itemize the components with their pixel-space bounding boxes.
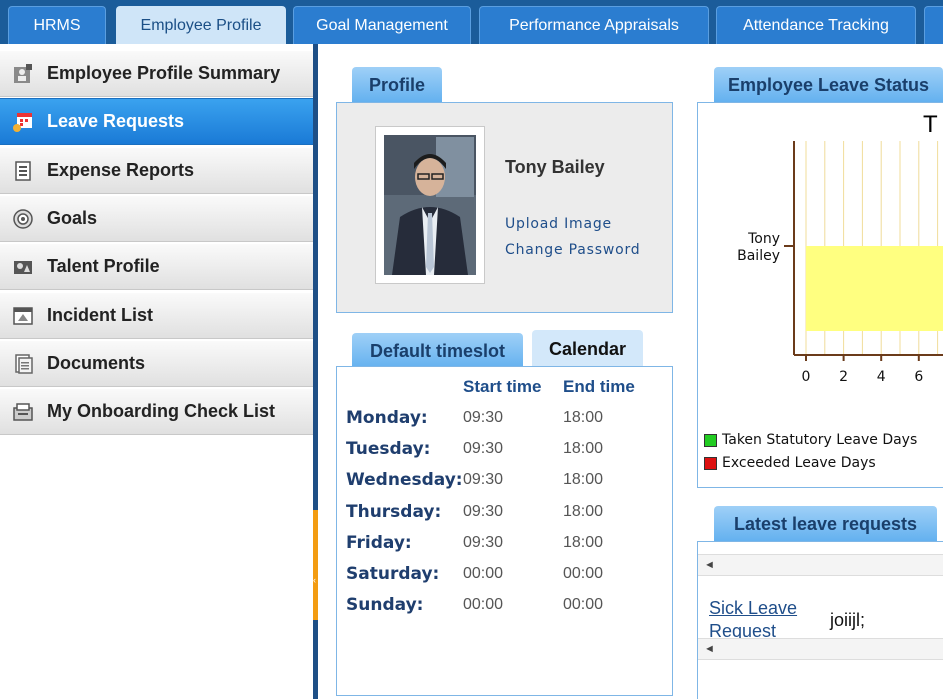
horizontal-scrollbar-top[interactable]: ◄ bbox=[698, 554, 943, 576]
sidebar-item-label: Employee Profile Summary bbox=[47, 63, 281, 83]
documents-icon bbox=[12, 353, 34, 375]
sidebar-item-label: Incident List bbox=[47, 305, 154, 325]
sidebar-item-label: Expense Reports bbox=[47, 160, 195, 180]
top-tab-bar: HRMS Employee Profile Goal Management Pe… bbox=[0, 0, 943, 44]
tab-overflow[interactable] bbox=[924, 6, 943, 44]
scroll-left-arrow-icon[interactable]: ◄ bbox=[704, 643, 715, 655]
timeslot-end: 18:00 bbox=[563, 503, 604, 520]
onboarding-checklist-icon bbox=[12, 401, 34, 423]
goals-icon bbox=[12, 208, 34, 230]
timeslot-start: 09:30 bbox=[463, 440, 504, 457]
timeslot-start: 00:00 bbox=[463, 565, 504, 582]
sidebar-item-leave-requests[interactable]: Leave Requests bbox=[0, 98, 313, 145]
chart-x-tick-label: 4 bbox=[877, 369, 886, 385]
chart-category-label: Tony bbox=[747, 231, 780, 247]
chart-title-fragment: T bbox=[923, 111, 938, 138]
talent-profile-icon bbox=[12, 256, 34, 278]
sidebar-item-documents[interactable]: Documents bbox=[0, 340, 313, 387]
sidebar-item-employee-profile-summary[interactable]: Employee Profile Summary bbox=[0, 50, 313, 97]
timeslot-end: 18:00 bbox=[563, 471, 604, 488]
timeslot-start: 00:00 bbox=[463, 596, 504, 613]
timeslot-day: Monday: bbox=[346, 408, 428, 428]
hrms-app: HRMS Employee Profile Goal Management Pe… bbox=[0, 0, 943, 699]
start-time-header: Start time bbox=[463, 377, 542, 396]
sidebar-splitter-handle[interactable] bbox=[313, 510, 318, 620]
leave-status-panel: T Tony Bailey 0 2 4 6 Taken Statutory Leave D… bbox=[697, 102, 943, 488]
legend-label: Exceeded Leave Days bbox=[722, 455, 876, 471]
timeslot-end: 00:00 bbox=[563, 596, 604, 613]
timeslot-end: 00:00 bbox=[563, 565, 604, 582]
leave-reason-text: joiijl; bbox=[830, 610, 866, 630]
sidebar-item-label: Goals bbox=[47, 208, 98, 228]
chart-x-tick-label: 0 bbox=[802, 369, 811, 385]
sidebar-item-onboarding-checklist[interactable]: My Onboarding Check List bbox=[0, 388, 313, 435]
timeslot-start: 09:30 bbox=[463, 471, 504, 488]
latest-leave-requests-panel: ◄ Sick Leave Request joiijl; ◄ bbox=[697, 541, 943, 699]
sidebar-item-label: Talent Profile bbox=[47, 256, 160, 276]
tab-attendance-tracking[interactable]: Attendance Tracking bbox=[716, 6, 916, 44]
legend-swatch-green bbox=[704, 433, 717, 447]
link-line: Sick Leave bbox=[709, 598, 798, 618]
timeslot-start: 09:30 bbox=[463, 503, 504, 520]
latest-leave-requests-tab[interactable]: Latest leave requests bbox=[714, 506, 937, 542]
tab-hrms[interactable]: HRMS bbox=[8, 6, 106, 44]
sidebar-item-incident-list[interactable]: Incident List bbox=[0, 292, 313, 339]
sick-leave-request-link[interactable]: Sick Leave Request bbox=[709, 597, 797, 643]
sidebar-item-label: My Onboarding Check List bbox=[47, 401, 276, 421]
tab-default-timeslot[interactable]: Default timeslot bbox=[352, 333, 523, 369]
leave-status-chart: T TonyBailey 0 2 4 6 bbox=[737, 111, 943, 385]
legend-taken-statutory: Taken Statutory Leave Days bbox=[704, 432, 917, 448]
timeslot-panel: Start time End time Monday: 09:30 18:00 … bbox=[336, 366, 673, 696]
chart-x-tick-label: 6 bbox=[914, 369, 923, 385]
sidebar-item-expense-reports[interactable]: Expense Reports bbox=[0, 147, 313, 194]
horizontal-scrollbar-bottom[interactable]: ◄ bbox=[698, 638, 943, 660]
profile-summary-icon bbox=[12, 63, 34, 85]
chart-x-tick-label: 2 bbox=[839, 369, 848, 385]
sidebar-item-label: Leave Requests bbox=[47, 111, 185, 131]
sidebar-item-label: Documents bbox=[47, 353, 146, 373]
legend-label: Taken Statutory Leave Days bbox=[722, 432, 918, 448]
timeslot-end: 18:00 bbox=[563, 440, 604, 457]
timeslot-end: 18:00 bbox=[563, 534, 604, 551]
collapse-arrow-icon[interactable]: ‹ bbox=[313, 575, 318, 585]
timeslot-end: 18:00 bbox=[563, 409, 604, 426]
scroll-left-arrow-icon[interactable]: ◄ bbox=[704, 559, 715, 571]
sidebar-item-goals[interactable]: Goals bbox=[0, 195, 313, 242]
tab-employee-profile[interactable]: Employee Profile bbox=[116, 6, 286, 44]
incident-list-icon bbox=[12, 305, 34, 327]
timeslot-start: 09:30 bbox=[463, 534, 504, 551]
tab-goal-management[interactable]: Goal Management bbox=[293, 6, 471, 44]
change-password-link[interactable]: Change Password bbox=[505, 242, 640, 258]
expense-reports-icon bbox=[12, 160, 34, 182]
timeslot-day: Wednesday: bbox=[346, 470, 463, 490]
timeslot-start: 09:30 bbox=[463, 409, 504, 426]
end-time-header: End time bbox=[563, 377, 635, 396]
legend-exceeded: Exceeded Leave Days bbox=[704, 455, 876, 471]
leave-requests-icon bbox=[12, 111, 34, 133]
timeslot-day: Tuesday: bbox=[346, 439, 431, 459]
timeslot-day: Sunday: bbox=[346, 595, 424, 615]
tab-calendar[interactable]: Calendar bbox=[532, 330, 643, 369]
sidebar-item-talent-profile[interactable]: Talent Profile bbox=[0, 243, 313, 290]
sidebar: Employee Profile Summary Leave Requests … bbox=[0, 44, 318, 699]
profile-photo bbox=[375, 126, 485, 284]
timeslot-day: Saturday: bbox=[346, 564, 440, 584]
chart-bar bbox=[806, 246, 943, 331]
profile-tab[interactable]: Profile bbox=[352, 67, 442, 103]
employee-name: Tony Bailey bbox=[505, 157, 605, 177]
chart-category-label: Bailey bbox=[737, 248, 780, 264]
tab-performance-appraisals[interactable]: Performance Appraisals bbox=[479, 6, 709, 44]
legend-swatch-red bbox=[704, 456, 717, 470]
timeslot-day: Friday: bbox=[346, 533, 412, 553]
profile-panel: Tony Bailey Upload Image Change Password bbox=[336, 102, 673, 313]
timeslot-day: Thursday: bbox=[346, 502, 442, 522]
employee-leave-status-tab[interactable]: Employee Leave Status bbox=[714, 67, 943, 103]
upload-image-link[interactable]: Upload Image bbox=[505, 216, 612, 232]
